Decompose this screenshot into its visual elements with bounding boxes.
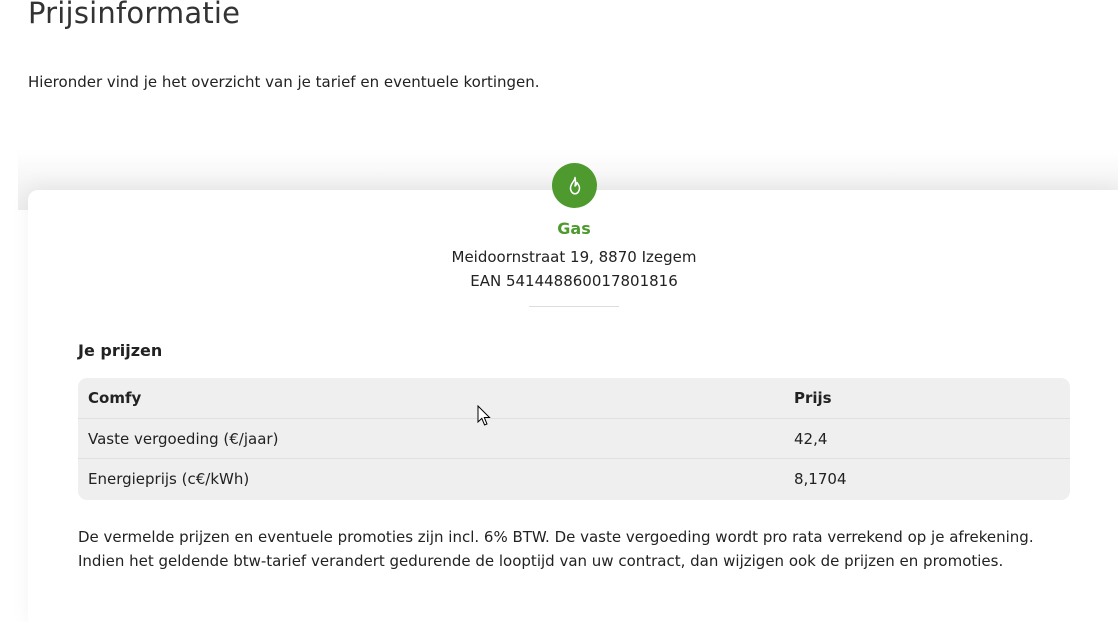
row-label: Energieprijs (c€/kWh) bbox=[88, 470, 250, 489]
intro-text: Hieronder vind je het overzicht van je t… bbox=[28, 73, 540, 91]
flame-icon bbox=[569, 176, 580, 195]
page: Prijsinformatie Hieronder vind je het ov… bbox=[0, 0, 1118, 622]
address-text: Meidoornstraat 19, 8870 Izegem bbox=[451, 248, 697, 266]
ean-text: EAN 541448860017801816 bbox=[470, 272, 678, 290]
section-title: Je prijzen bbox=[78, 341, 163, 360]
column-header-product: Comfy bbox=[88, 389, 142, 407]
vat-footnote: De vermelde prijzen en eventuele promoti… bbox=[78, 528, 1034, 570]
mouse-pointer-icon bbox=[477, 405, 491, 426]
table-row: Energieprijs (c€/kWh) 8,1704 bbox=[78, 459, 1070, 500]
row-label: Vaste vergoeding (€/jaar) bbox=[88, 429, 279, 448]
column-header-price: Prijs bbox=[794, 389, 832, 407]
table-header: Comfy Prijs bbox=[78, 378, 1070, 419]
row-value: 42,4 bbox=[794, 429, 828, 448]
page-title: Prijsinformatie bbox=[28, 0, 241, 30]
table-row: Vaste vergoeding (€/jaar) 42,4 bbox=[78, 419, 1070, 460]
row-value: 8,1704 bbox=[794, 470, 847, 489]
energy-type-label: Gas bbox=[557, 219, 591, 238]
divider bbox=[529, 306, 619, 307]
price-table: Comfy Prijs Vaste vergoeding (€/jaar) 42… bbox=[78, 378, 1070, 500]
gas-badge bbox=[552, 163, 597, 208]
